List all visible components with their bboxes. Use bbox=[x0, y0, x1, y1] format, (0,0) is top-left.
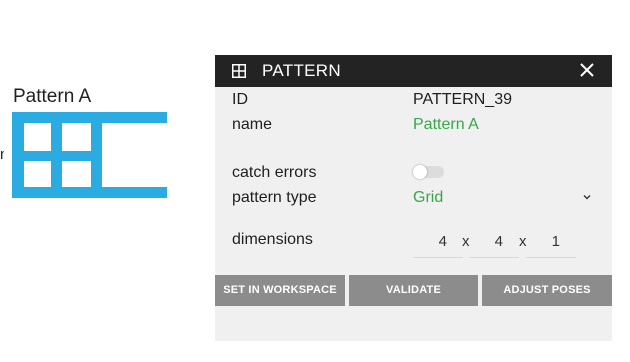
dimensions-label: dimensions bbox=[232, 231, 313, 248]
pattern-node-icon[interactable] bbox=[12, 112, 167, 198]
dimension-z-input[interactable]: 1 bbox=[526, 227, 576, 258]
panel-title: PATTERN bbox=[262, 61, 341, 80]
node-edge-label: n bbox=[0, 146, 4, 163]
close-icon[interactable] bbox=[578, 61, 596, 79]
validate-button[interactable]: VALIDATE bbox=[349, 275, 478, 306]
name-label: name bbox=[232, 116, 273, 133]
toggle-knob bbox=[413, 165, 427, 179]
set-in-workspace-button[interactable]: SET IN WORKSPACE bbox=[215, 275, 345, 306]
pattern-properties-panel: PATTERN ID PATTERN_39 name Pattern A cat… bbox=[215, 55, 612, 341]
adjust-poses-button[interactable]: ADJUST POSES bbox=[482, 275, 612, 306]
pattern-type-label: pattern type bbox=[232, 189, 317, 206]
name-field[interactable]: Pattern A bbox=[413, 116, 479, 134]
catch-errors-toggle[interactable] bbox=[413, 165, 444, 179]
chevron-down-icon[interactable] bbox=[582, 192, 592, 202]
id-value: PATTERN_39 bbox=[413, 91, 512, 108]
dimension-x-input[interactable]: 4 bbox=[413, 227, 463, 258]
panel-header: PATTERN bbox=[215, 55, 612, 87]
catch-errors-label: catch errors bbox=[232, 164, 317, 181]
dimension-y-input[interactable]: 4 bbox=[469, 227, 519, 258]
grid-icon bbox=[232, 64, 246, 78]
id-label: ID bbox=[232, 91, 248, 108]
node-label: Pattern A bbox=[13, 86, 92, 107]
pattern-type-select[interactable]: Grid bbox=[413, 189, 443, 207]
